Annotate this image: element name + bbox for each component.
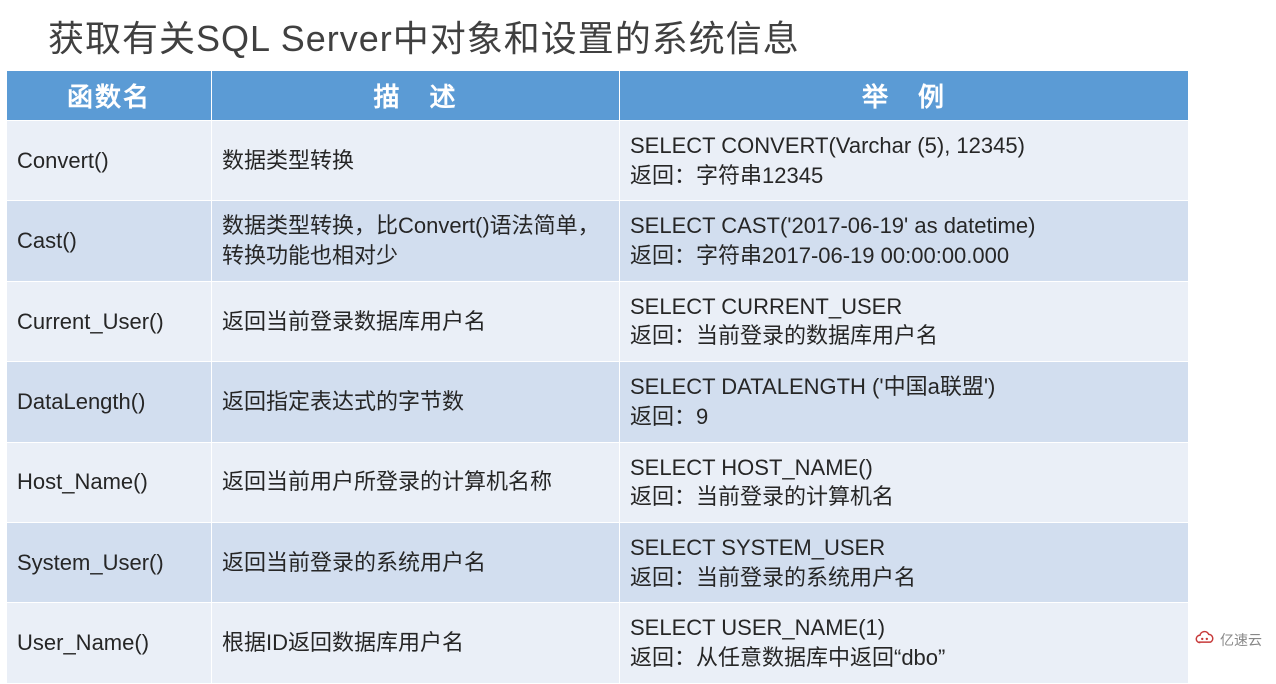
cell-function: User_Name() bbox=[7, 603, 212, 683]
table-row: System_User() 返回当前登录的系统用户名 SELECT SYSTEM… bbox=[7, 522, 1189, 602]
cell-example: SELECT SYSTEM_USER 返回：当前登录的系统用户名 bbox=[620, 522, 1189, 602]
cell-description: 返回当前登录的系统用户名 bbox=[212, 522, 620, 602]
col-header-function: 函数名 bbox=[7, 71, 212, 121]
cell-description: 返回当前用户所登录的计算机名称 bbox=[212, 442, 620, 522]
table-row: DataLength() 返回指定表达式的字节数 SELECT DATALENG… bbox=[7, 362, 1189, 442]
cell-example: SELECT CONVERT(Varchar (5), 12345) 返回：字符… bbox=[620, 121, 1189, 201]
cell-function: Cast() bbox=[7, 201, 212, 281]
cell-description: 数据类型转换，比Convert()语法简单，转换功能也相对少 bbox=[212, 201, 620, 281]
col-header-example: 举 例 bbox=[620, 71, 1189, 121]
table-row: Current_User() 返回当前登录数据库用户名 SELECT CURRE… bbox=[7, 281, 1189, 361]
cell-example: SELECT HOST_NAME() 返回：当前登录的计算机名 bbox=[620, 442, 1189, 522]
cell-example: SELECT DATALENGTH ('中国a联盟') 返回：9 bbox=[620, 362, 1189, 442]
table-header-row: 函数名 描 述 举 例 bbox=[7, 71, 1189, 121]
brand-text: 亿速云 bbox=[1220, 630, 1262, 650]
brand-logo: 亿速云 bbox=[1194, 629, 1262, 650]
cell-function: Convert() bbox=[7, 121, 212, 201]
cell-example: SELECT USER_NAME(1) 返回：从任意数据库中返回“dbo” bbox=[620, 603, 1189, 683]
cell-description: 根据ID返回数据库用户名 bbox=[212, 603, 620, 683]
cell-example: SELECT CAST('2017-06-19' as datetime) 返回… bbox=[620, 201, 1189, 281]
cell-example: SELECT CURRENT_USER 返回：当前登录的数据库用户名 bbox=[620, 281, 1189, 361]
cell-description: 返回指定表达式的字节数 bbox=[212, 362, 620, 442]
page-title: 获取有关SQL Server中对象和设置的系统信息 bbox=[0, 0, 1276, 70]
cell-description: 返回当前登录数据库用户名 bbox=[212, 281, 620, 361]
table-row: User_Name() 根据ID返回数据库用户名 SELECT USER_NAM… bbox=[7, 603, 1189, 683]
cell-function: Current_User() bbox=[7, 281, 212, 361]
cell-function: DataLength() bbox=[7, 362, 212, 442]
cell-function: System_User() bbox=[7, 522, 212, 602]
cloud-icon bbox=[1194, 629, 1216, 650]
cell-description: 数据类型转换 bbox=[212, 121, 620, 201]
table-row: Host_Name() 返回当前用户所登录的计算机名称 SELECT HOST_… bbox=[7, 442, 1189, 522]
col-header-description: 描 述 bbox=[212, 71, 620, 121]
functions-table: 函数名 描 述 举 例 Convert() 数据类型转换 SELECT CONV… bbox=[6, 70, 1189, 684]
table-row: Cast() 数据类型转换，比Convert()语法简单，转换功能也相对少 SE… bbox=[7, 201, 1189, 281]
table-row: Convert() 数据类型转换 SELECT CONVERT(Varchar … bbox=[7, 121, 1189, 201]
cell-function: Host_Name() bbox=[7, 442, 212, 522]
